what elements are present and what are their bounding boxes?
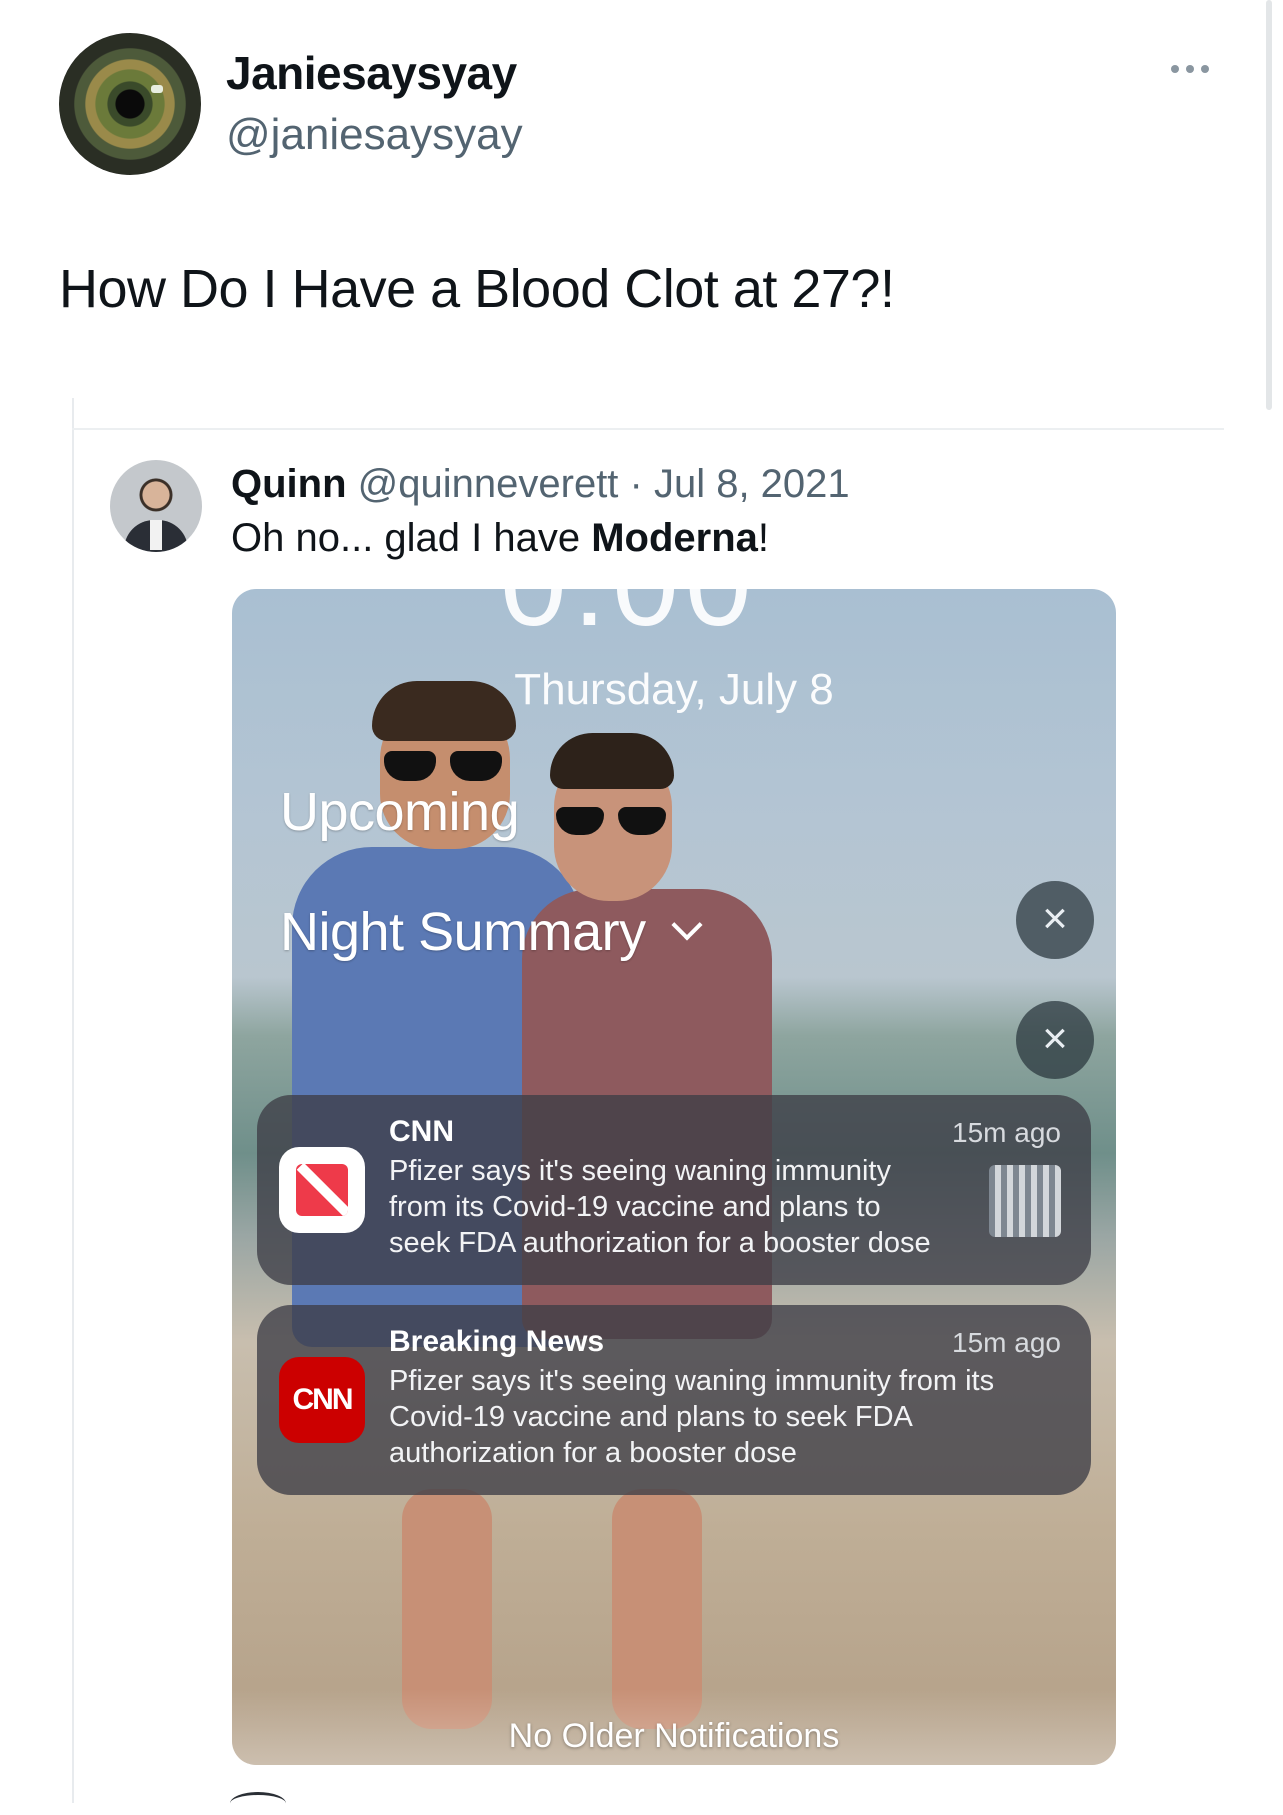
notification-line: Covid-19 vaccine and plans to seek FDA bbox=[389, 1401, 913, 1433]
divider bbox=[72, 428, 1224, 430]
quoted-author-name[interactable]: Quinn bbox=[231, 462, 347, 506]
photo-person-left-hair bbox=[372, 681, 516, 741]
notification-body: Pfizer says it's seeing waning immunity … bbox=[389, 1153, 931, 1261]
chevron-down-icon[interactable] bbox=[671, 909, 703, 941]
apple-news-icon bbox=[279, 1147, 365, 1233]
quoted-author-avatar[interactable] bbox=[110, 460, 202, 552]
lockscreen-clock: 0:00 bbox=[500, 589, 758, 653]
notification-line: Pfizer says it's seeing waning immunity bbox=[389, 1155, 891, 1187]
upcoming-heading: Upcoming bbox=[280, 782, 520, 842]
night-summary-label: Night Summary bbox=[280, 902, 646, 962]
notification-time: 15m ago bbox=[952, 1117, 1061, 1148]
quoted-tweet-text: Oh no... glad I have Moderna! bbox=[231, 516, 769, 561]
notification-app: Breaking News bbox=[389, 1325, 605, 1358]
quoted-author-meta: @quinneverett · Jul 8, 2021 bbox=[357, 462, 850, 506]
quoted-text-bold: Moderna bbox=[591, 516, 758, 560]
author-avatar[interactable] bbox=[59, 33, 201, 175]
notification-card[interactable]: CNN 15m ago Pfizer says it's seeing wani… bbox=[257, 1095, 1091, 1285]
author-name[interactable]: Janiesaysyay bbox=[226, 46, 517, 100]
notification-line: authorization for a booster dose bbox=[389, 1437, 797, 1469]
no-older-notifications: No Older Notifications bbox=[508, 1717, 840, 1755]
notification-time: 15m ago bbox=[952, 1327, 1061, 1358]
quoted-tweet-header: Quinn @quinneverett · Jul 8, 2021 bbox=[231, 462, 850, 507]
notification-line: from its Covid-19 vaccine and plans to bbox=[389, 1191, 881, 1223]
next-item-peek bbox=[230, 1792, 286, 1815]
close-icon[interactable]: × bbox=[1016, 881, 1094, 959]
sunglasses-right bbox=[556, 807, 670, 837]
notification-thumbnail bbox=[989, 1165, 1061, 1237]
night-summary-heading[interactable]: Night Summary bbox=[280, 901, 703, 963]
cnn-icon: CNN bbox=[279, 1357, 365, 1443]
scrollbar[interactable] bbox=[1266, 0, 1272, 410]
close-icon[interactable]: × bbox=[1016, 1001, 1094, 1079]
quoted-text-end: ! bbox=[757, 516, 770, 560]
tweet-text: How Do I Have a Blood Clot at 27?! bbox=[59, 259, 895, 319]
sunglasses-left bbox=[384, 751, 506, 783]
notification-app: CNN bbox=[389, 1115, 454, 1148]
photo-person-right-hair bbox=[550, 733, 674, 789]
notification-line: Pfizer says it's seeing waning immunity … bbox=[389, 1365, 995, 1397]
quoted-text-part: Oh no... glad I have bbox=[231, 516, 592, 560]
lockscreen-screenshot[interactable]: 0:00 Thursday, July 8 Upcoming × Night S… bbox=[232, 589, 1116, 1765]
notification-card[interactable]: CNN Breaking News 15m ago Pfizer says it… bbox=[257, 1305, 1091, 1495]
notification-body: Pfizer says it's seeing waning immunity … bbox=[389, 1363, 994, 1471]
more-options-icon[interactable] bbox=[1171, 60, 1219, 84]
notification-line: seek FDA authorization for a booster dos… bbox=[389, 1227, 931, 1259]
author-handle[interactable]: @janiesaysyay bbox=[226, 110, 523, 160]
lockscreen-date: Thursday, July 8 bbox=[514, 665, 834, 714]
